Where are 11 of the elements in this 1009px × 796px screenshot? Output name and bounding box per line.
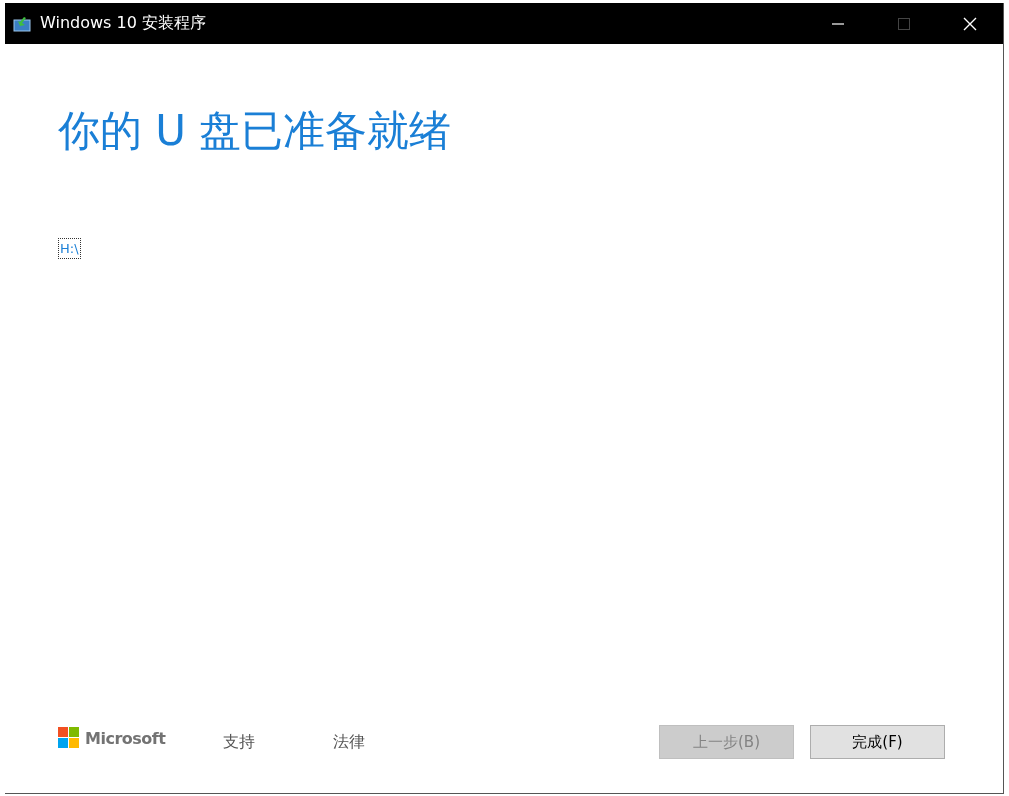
close-icon xyxy=(963,16,977,31)
maximize-icon xyxy=(898,17,910,30)
page-heading: 你的 U 盘已准备就绪 xyxy=(58,105,453,157)
footer-link[interactable]: 支持 xyxy=(223,731,255,753)
four-squares-logo-icon xyxy=(58,727,80,749)
drive-item[interactable]: H:\ xyxy=(58,238,81,259)
brand-name: Microsoft xyxy=(85,728,166,748)
installer-icon xyxy=(13,15,31,32)
finish-button[interactable]: 完成(F) xyxy=(810,725,945,759)
window-title: Windows 10 安装程序 xyxy=(40,13,206,34)
footer-link[interactable]: 法律 xyxy=(333,731,365,753)
